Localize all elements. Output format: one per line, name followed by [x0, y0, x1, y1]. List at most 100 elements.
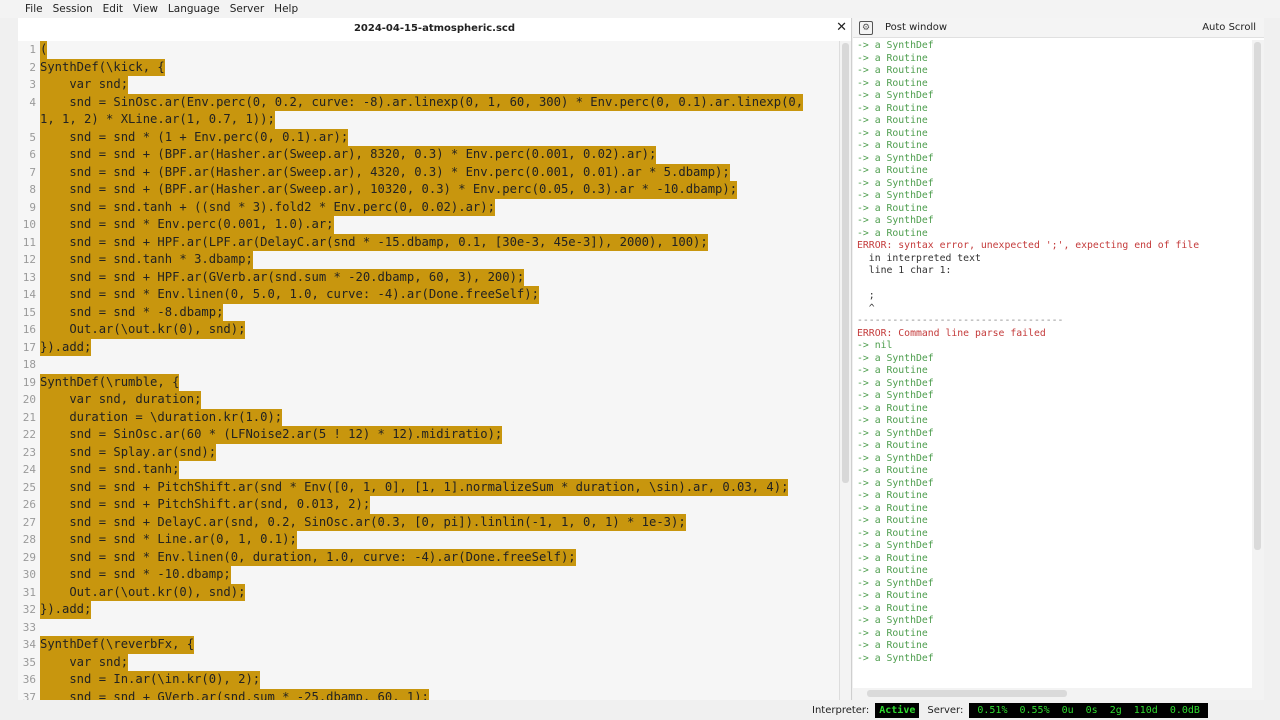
code-line[interactable]: 19 SynthDef(\rumble, {: [18, 373, 840, 391]
post-line: line 1 char 1:: [857, 265, 952, 276]
line-number: 32: [22, 603, 36, 616]
code-line[interactable]: 33: [18, 619, 840, 637]
line-number: 11: [22, 235, 36, 249]
code-line[interactable]: 6 snd = snd + (BPF.ar(Hasher.ar(Sweep.ar…: [18, 146, 840, 164]
post-line: -----------------------------------: [857, 315, 1064, 326]
menu-help[interactable]: Help: [269, 3, 303, 15]
post-window-title: Post window: [885, 22, 948, 33]
line-number: 9: [29, 200, 36, 214]
post-line: -> a Routine: [857, 127, 928, 139]
code-line[interactable]: 15 snd = snd * -8.dbamp;: [18, 303, 840, 321]
code-line[interactable]: 14 snd = snd * Env.linen(0, 5.0, 1.0, cu…: [18, 286, 840, 304]
code-line[interactable]: 17}).add;: [18, 338, 840, 356]
auto-scroll-toggle[interactable]: Auto Scroll: [1202, 22, 1256, 33]
post-line: -> a Routine: [857, 102, 928, 114]
code-line[interactable]: 2 SynthDef(\kick, {: [18, 58, 840, 76]
code-line[interactable]: 4 snd = SinOsc.ar(Env.perc(0, 0.2, curve…: [18, 93, 840, 111]
post-line: -> nil: [857, 340, 893, 351]
code-line[interactable]: 34 SynthDef(\reverbFx, {: [18, 636, 840, 654]
code-line[interactable]: 27 snd = snd + DelayC.ar(snd, 0.2, SinOs…: [18, 513, 840, 531]
post-line: -> a Routine: [857, 552, 928, 564]
post-line: -> a SynthDef: [857, 190, 934, 201]
post-line: -> a Routine: [857, 140, 928, 151]
code-line[interactable]: 20 var snd, duration;: [18, 391, 840, 409]
code-line[interactable]: 26 snd = snd + PitchShift.ar(snd, 0.013,…: [18, 496, 840, 514]
code-line[interactable]: 35 var snd;: [18, 653, 840, 671]
code-area[interactable]: 1(2 SynthDef(\kick, {3 var snd; 4 snd = Si…: [18, 41, 840, 700]
code-text: var snd;: [40, 653, 129, 671]
post-line: -> a Routine: [857, 52, 928, 64]
code-line[interactable]: 25 snd = snd + PitchShift.ar(snd * Env([…: [18, 478, 840, 496]
code-line[interactable]: 22 snd = SinOsc.ar(60 * (LFNoise2.ar(5 !…: [18, 426, 840, 444]
line-number: 22: [22, 428, 36, 441]
post-scrollbar[interactable]: [1252, 40, 1264, 690]
menu-server[interactable]: Server: [225, 3, 269, 15]
gear-icon[interactable]: ⚙: [859, 20, 873, 35]
menu-language[interactable]: Language: [163, 3, 225, 15]
post-line: -> a SynthDef: [857, 477, 934, 489]
line-number: 6: [29, 148, 36, 161]
code-line[interactable]: 16 Out.ar(\out.kr(0), snd);: [18, 321, 840, 339]
editor-scrollbar-thumb[interactable]: [842, 43, 849, 483]
close-icon[interactable]: ✕: [836, 20, 847, 35]
code-line[interactable]: 36 snd = In.ar(\in.kr(0), 2);: [18, 671, 840, 689]
menu-edit[interactable]: Edit: [98, 3, 128, 15]
code-text: snd = snd * Env.linen(0, duration, 1.0, …: [40, 548, 576, 566]
post-line: -> a SynthDef: [857, 352, 934, 364]
line-number: 21: [22, 410, 36, 424]
line-number: 8: [29, 183, 36, 196]
interpreter-status[interactable]: Active: [875, 702, 920, 718]
code-line[interactable]: 28 snd = snd * Line.ar(0, 1, 0.1);: [18, 531, 840, 549]
code-line[interactable]: 21 duration = \duration.kr(1.0);: [18, 408, 840, 426]
code-line[interactable]: 23 snd = Splay.ar(snd);: [18, 443, 840, 461]
code-text: SynthDef(\rumble, {: [40, 373, 180, 391]
line-number: 33: [22, 620, 36, 634]
code-line[interactable]: 1(: [18, 41, 840, 59]
code-line[interactable]: 30 snd = snd * -10.dbamp;: [18, 566, 840, 584]
menu-session[interactable]: Session: [48, 3, 98, 15]
line-number: 26: [22, 498, 36, 511]
code-text: }).add;: [40, 338, 92, 356]
server-status[interactable]: 0.51% 0.55% 0u 0s 2g 110d 0.0dB: [969, 702, 1208, 718]
post-line: -> a Routine: [857, 602, 928, 614]
code-line[interactable]: 10 snd = snd * Env.perc(0.001, 1.0).ar;: [18, 216, 840, 234]
code-text: snd = Splay.ar(snd);: [40, 443, 217, 461]
code-line[interactable]: 18: [18, 356, 840, 374]
post-line: -> a Routine: [857, 415, 928, 426]
post-line: -> a Routine: [857, 202, 928, 214]
menu-file[interactable]: File: [20, 3, 48, 15]
code-line[interactable]: 11 snd = snd + HPF.ar(LPF.ar(DelayC.ar(s…: [18, 233, 840, 251]
code-line[interactable]: 8 snd = snd + (BPF.ar(Hasher.ar(Sweep.ar…: [18, 181, 840, 199]
code-line[interactable]: 24 snd = snd.tanh;: [18, 461, 840, 479]
editor-tab[interactable]: 2024-04-15-atmospheric.scd ✕: [18, 18, 851, 38]
code-line[interactable]: 9 snd = snd.tanh + ((snd * 3).fold2 * En…: [18, 198, 840, 216]
menu-view[interactable]: View: [128, 3, 163, 15]
code-text: snd = snd.tanh + ((snd * 3).fold2 * Env.…: [40, 198, 495, 216]
post-line: in interpreted text: [857, 252, 981, 264]
line-number: 19: [22, 375, 36, 389]
code-line[interactable]: 5 snd = snd * (1 + Env.perc(0, 0.1).ar);: [18, 128, 840, 146]
code-line[interactable]: 3 var snd;: [18, 76, 840, 94]
code-line[interactable]: 32}).add;: [18, 601, 840, 619]
code-text: snd = snd * Env.perc(0.001, 1.0).ar;: [40, 216, 334, 234]
code-line[interactable]: 12 snd = snd.tanh * 3.dbamp;: [18, 251, 840, 269]
editor-scrollbar[interactable]: [839, 41, 851, 700]
line-number: 20: [22, 393, 36, 406]
code-line[interactable]: 29 snd = snd * Env.linen(0, duration, 1.…: [18, 548, 840, 566]
code-text: snd = snd + DelayC.ar(snd, 0.2, SinOsc.a…: [40, 513, 686, 531]
code-line[interactable]: 1, 1, 2) * XLine.ar(1, 0.7, 1));: [18, 111, 840, 129]
code-text: SynthDef(\reverbFx, {: [40, 636, 195, 654]
code-line[interactable]: 31 Out.ar(\out.kr(0), snd);: [18, 583, 840, 601]
line-number: 1: [29, 43, 36, 56]
code-line[interactable]: 37 snd = snd + GVerb.ar(snd.sum * -25.db…: [18, 688, 840, 700]
code-line[interactable]: 7 snd = snd + (BPF.ar(Hasher.ar(Sweep.ar…: [18, 163, 840, 181]
code-text: snd = snd * Line.ar(0, 1, 0.1);: [40, 531, 297, 549]
post-line: -> a SynthDef: [857, 577, 934, 589]
post-window: ⚙ Post window Auto Scroll -> a SynthDef -…: [853, 18, 1264, 700]
code-text: snd = snd + HPF.ar(LPF.ar(DelayC.ar(snd …: [40, 233, 708, 251]
code-line[interactable]: 13 snd = snd + HPF.ar(GVerb.ar(snd.sum *…: [18, 268, 840, 286]
post-hscrollbar-thumb[interactable]: [867, 690, 1067, 697]
post-line: -> a Routine: [857, 527, 928, 539]
post-scrollbar-thumb[interactable]: [1254, 42, 1261, 550]
post-horizontal-scrollbar[interactable]: [853, 688, 1264, 700]
